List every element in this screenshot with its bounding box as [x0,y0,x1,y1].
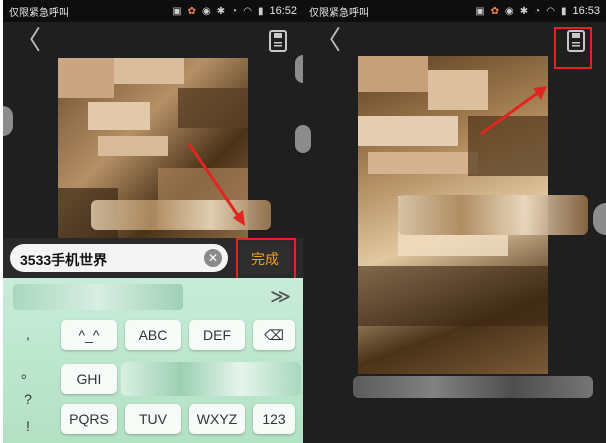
right-screen: 仅限紧急呼叫 ▣ ✿ ◉ ✱ ◔ ◠ ▮ 16:53 〈 [303,0,606,443]
watermark-blur-upper [398,195,588,235]
symbol-key-period[interactable]: 。 [3,363,53,383]
left-screen: 仅限紧急呼叫 ▣ ✿ ◉ ✱ ◔ ◠ ▮ 16:52 〈 3533手机世界 ✕ … [3,0,303,443]
alarm-icon: ◔ [231,5,238,17]
done-highlight-box [236,238,296,280]
weibo-icon: ◉ [505,5,514,17]
symbol-key-exclaim[interactable]: ! [3,418,53,434]
notification-icon: ▣ [172,5,182,17]
caption-input[interactable]: 3533手机世界 ✕ [10,244,228,272]
app-icon: ✿ [187,5,197,17]
highlight-arrow [187,143,245,226]
highlight-arrow [480,86,547,136]
save-highlight-box [554,27,592,69]
clear-icon[interactable]: ✕ [204,249,222,267]
symbol-key-question[interactable]: ? [3,391,53,407]
status-bar: 仅限紧急呼叫 ▣ ✿ ◉ ✱ ◔ ◠ ▮ 16:52 [3,0,303,22]
key-abc[interactable]: ABC [125,320,181,350]
key-emoticon[interactable]: ^_^ [61,320,117,350]
candidate-blur [13,284,183,310]
next-handle[interactable] [593,203,606,235]
watermark-blur-lower [353,376,593,398]
next-handle[interactable] [295,55,303,83]
battery-icon: ▮ [560,5,567,17]
backspace-icon[interactable]: ⌫ [253,320,295,350]
keys-blur [121,362,301,396]
save-icon[interactable] [269,30,287,52]
key-ghi[interactable]: GHI [61,364,117,394]
keyboard: ≫ , 。 ? ! ^_^ ABC DEF ⌫ GHI PQRS TUV WXY… [3,278,303,443]
battery-icon: ▮ [257,5,264,17]
key-wxyz[interactable]: WXYZ [189,404,245,434]
next-handle-lower[interactable] [295,125,303,153]
candidate-bar: ≫ [3,278,303,314]
carrier-text: 仅限紧急呼叫 [309,7,369,19]
caption-value: 3533手机世界 [20,252,108,268]
status-icons: ▣ ✿ ◉ ✱ ◔ ◠ ▮ [69,6,263,17]
status-icons: ▣ ✿ ◉ ✱ ◔ ◠ ▮ [369,6,566,17]
clock: 16:52 [269,5,297,17]
prev-handle[interactable] [303,125,311,153]
clock: 16:53 [572,5,600,17]
expand-chevron-icon[interactable]: ≫ [270,284,291,309]
key-numbers[interactable]: 123 [253,404,295,434]
key-tuv[interactable]: TUV [125,404,181,434]
carrier-text: 仅限紧急呼叫 [9,7,69,19]
key-pqrs[interactable]: PQRS [61,404,117,434]
status-bar: 仅限紧急呼叫 ▣ ✿ ◉ ✱ ◔ ◠ ▮ 16:53 [303,0,606,22]
app-icon: ✿ [490,5,500,17]
symbol-key-comma[interactable]: , [3,326,53,342]
bluetooth-icon: ✱ [519,5,529,17]
notification-icon: ▣ [475,5,485,17]
prev-handle[interactable] [3,106,13,136]
back-icon[interactable]: 〈 [315,28,341,54]
app-bar: 〈 [3,22,303,62]
wifi-icon: ◠ [243,5,252,17]
weibo-icon: ◉ [202,5,211,17]
alarm-icon: ◔ [534,5,541,17]
bluetooth-icon: ✱ [216,5,226,17]
key-def[interactable]: DEF [189,320,245,350]
wifi-icon: ◠ [546,5,555,17]
back-icon[interactable]: 〈 [15,28,41,54]
